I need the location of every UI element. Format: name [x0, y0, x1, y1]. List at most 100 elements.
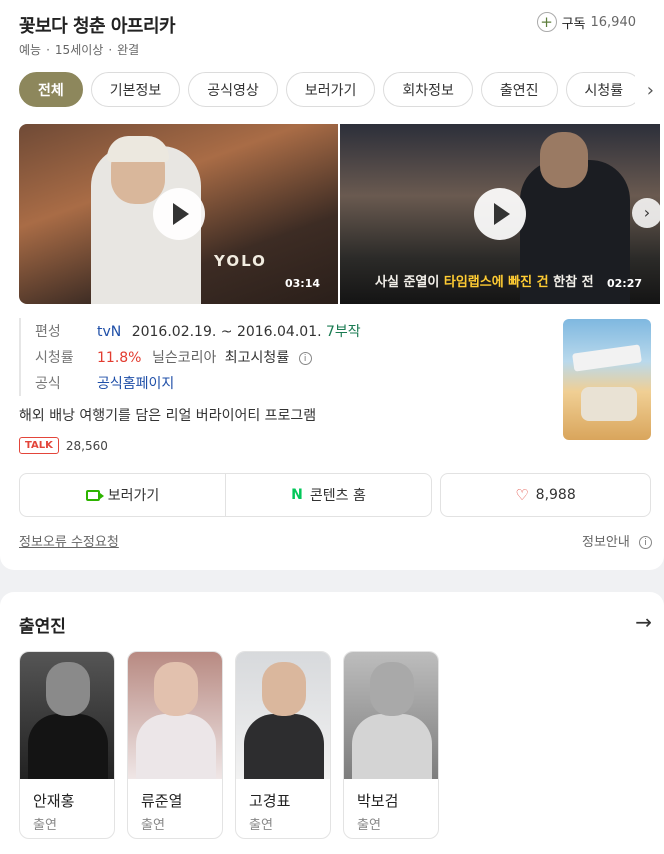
- tab-official-video[interactable]: 공식영상: [188, 72, 278, 107]
- info-guide-link[interactable]: 정보안내 i: [582, 531, 652, 550]
- video-caption-2: 사실 준열이 타임랩스에 빠진 건 한참 전: [375, 271, 594, 290]
- cast-name: 박보검: [357, 792, 399, 810]
- face-shape: [262, 662, 306, 716]
- channel-link[interactable]: tvN: [97, 324, 121, 340]
- info-row-broadcast: 편성 tvN 2016.02.19. ~ 2016.04.01. 7부작: [19, 318, 549, 344]
- info-list: 편성 tvN 2016.02.19. ~ 2016.04.01. 7부작 시청률…: [19, 318, 549, 396]
- rating-value: 11.8%: [97, 350, 142, 366]
- subscribe-label: 구독: [561, 16, 586, 32]
- arrow-right-icon[interactable]: →: [635, 610, 652, 634]
- caption-part-b: 타임랩스에 빠진 건: [443, 275, 549, 290]
- tab-cast[interactable]: 출연진: [480, 72, 558, 107]
- episodes-link[interactable]: 7부작: [326, 324, 361, 340]
- naver-n-icon: N: [291, 487, 303, 503]
- subscribe-count: 16,940: [590, 14, 637, 30]
- play-icon[interactable]: [152, 188, 205, 240]
- poster-title-shape: [572, 344, 642, 372]
- info-label: 편성: [35, 324, 61, 340]
- cast-photo: [236, 652, 330, 779]
- tab-basic-info[interactable]: 기본정보: [90, 72, 181, 107]
- cast-member-card[interactable]: 안재홍 출연: [19, 651, 115, 839]
- like-button[interactable]: ♡ 8,988: [440, 473, 651, 517]
- cast-name: 류준열: [141, 792, 183, 810]
- talk-badge: TALK: [19, 437, 59, 454]
- video-duration-1: 03:14: [284, 277, 320, 290]
- broadcast-dates: 2016.02.19. ~ 2016.04.01.: [131, 324, 322, 340]
- genre-text: 예능: [19, 43, 42, 57]
- watch-button[interactable]: 보러가기: [20, 474, 225, 516]
- watch-label: 보러가기: [107, 488, 160, 504]
- rating-source: 닐슨코리아: [151, 350, 217, 366]
- cast-member-card[interactable]: 박보검 출연: [343, 651, 439, 839]
- subscribe-button[interactable]: + 구독 16,940: [536, 12, 637, 32]
- program-info-card: 꽃보다 청춘 아프리카 예능 · 15세이상 · 완결 + 구독 16,940 전체 기…: [0, 0, 664, 570]
- cast-member-card[interactable]: 류준열 출연: [127, 651, 223, 839]
- face-shape: [370, 662, 414, 716]
- cast-role: 출연: [249, 818, 273, 833]
- cast-photo: [344, 652, 438, 779]
- report-error-link[interactable]: 정보오류 수정요청: [19, 531, 119, 550]
- cast-member-card[interactable]: 고경표 출연: [235, 651, 331, 839]
- info-label: 공식: [35, 376, 61, 392]
- cast-name: 고경표: [249, 792, 291, 810]
- video-thumbnail-1[interactable]: YOLO 03:14: [19, 124, 338, 304]
- heart-icon: ♡: [515, 486, 529, 504]
- cast-role: 출연: [141, 818, 165, 833]
- cast-name: 안재홍: [33, 792, 75, 810]
- plus-icon: +: [536, 12, 557, 32]
- person-head-shape: [540, 132, 588, 188]
- caption-part-c: 한참 전: [548, 275, 594, 290]
- program-meta: 예능 · 15세이상 · 완결: [19, 43, 140, 57]
- body-shape: [352, 714, 432, 779]
- info-guide-label: 정보안내: [582, 535, 630, 550]
- cast-section-title: 출연진: [19, 617, 66, 637]
- program-poster[interactable]: [563, 319, 651, 440]
- video-thumbnail-2[interactable]: 사실 준열이 타임랩스에 빠진 건 한참 전 02:27: [340, 124, 660, 304]
- body-shape: [244, 714, 324, 779]
- video-caption-1: YOLO: [214, 252, 267, 270]
- tab-all[interactable]: 전체: [19, 72, 83, 107]
- cast-list: 안재홍 출연 류준열 출연 고경표 출연 박보검 출연: [19, 651, 439, 839]
- content-home-label: 콘텐츠 홈: [309, 488, 366, 504]
- cap-shape: [107, 136, 169, 162]
- program-title[interactable]: 꽃보다 청춘 아프리카: [19, 12, 176, 38]
- cast-photo: [20, 652, 114, 779]
- body-shape: [136, 714, 216, 779]
- carousel-next-icon[interactable]: ›: [632, 198, 662, 228]
- official-homepage-link[interactable]: 공식홈페이지: [97, 373, 174, 393]
- talk-count: 28,560: [65, 438, 108, 453]
- video-camera-icon: [85, 489, 104, 501]
- cast-role: 출연: [33, 818, 57, 833]
- video-duration-2: 02:27: [606, 277, 642, 290]
- program-description: 해외 배낭 여행기를 담은 리얼 버라이어티 프로그램: [19, 408, 317, 424]
- poster-car-shape: [581, 387, 637, 421]
- tab-watch[interactable]: 보러가기: [285, 72, 376, 107]
- tab-ratings[interactable]: 시청률: [565, 72, 635, 107]
- tab-episodes[interactable]: 회차정보: [383, 72, 473, 107]
- face-shape: [154, 662, 198, 716]
- info-icon[interactable]: i: [298, 351, 312, 365]
- info-row-rating: 시청률 11.8% 닐슨코리아 최고시청률 i: [19, 344, 549, 370]
- tab-bar: 전체 기본정보 공식영상 보러가기 회차정보 출연진 시청률: [19, 72, 635, 107]
- action-bar: 보러가기 N 콘텐츠 홈 ♡ 8,988: [19, 473, 651, 517]
- body-shape: [28, 714, 108, 779]
- rating-note: 최고시청률: [224, 350, 290, 366]
- cast-role: 출연: [357, 818, 381, 833]
- rating-value-group: 11.8% 닐슨코리아 최고시청률 i: [97, 347, 312, 367]
- video-carousel: YOLO 03:14 사실 준열이 타임랩스에 빠진 건 한참 전 02:27: [19, 124, 664, 304]
- play-icon[interactable]: [474, 188, 526, 240]
- content-home-button[interactable]: N 콘텐츠 홈: [225, 474, 431, 516]
- broadcast-value: tvN 2016.02.19. ~ 2016.04.01. 7부작: [97, 321, 361, 341]
- cast-photo: [128, 652, 222, 779]
- like-count: 8,988: [535, 487, 576, 503]
- face-shape: [46, 662, 90, 716]
- info-label: 시청률: [35, 350, 74, 366]
- caption-part-a: 사실 준열이: [375, 275, 444, 290]
- info-row-official: 공식 공식홈페이지: [19, 370, 549, 396]
- info-icon: i: [639, 536, 652, 549]
- age-rating-text: 15세이상: [54, 43, 104, 57]
- talk-row[interactable]: TALK 28,560: [19, 437, 108, 454]
- chevron-right-icon[interactable]: ›: [647, 80, 654, 101]
- cast-card: 출연진 → 안재홍 출연 류준열 출연 고경표 출연 박보검 출연: [0, 592, 664, 854]
- status-text: 완결: [117, 43, 140, 57]
